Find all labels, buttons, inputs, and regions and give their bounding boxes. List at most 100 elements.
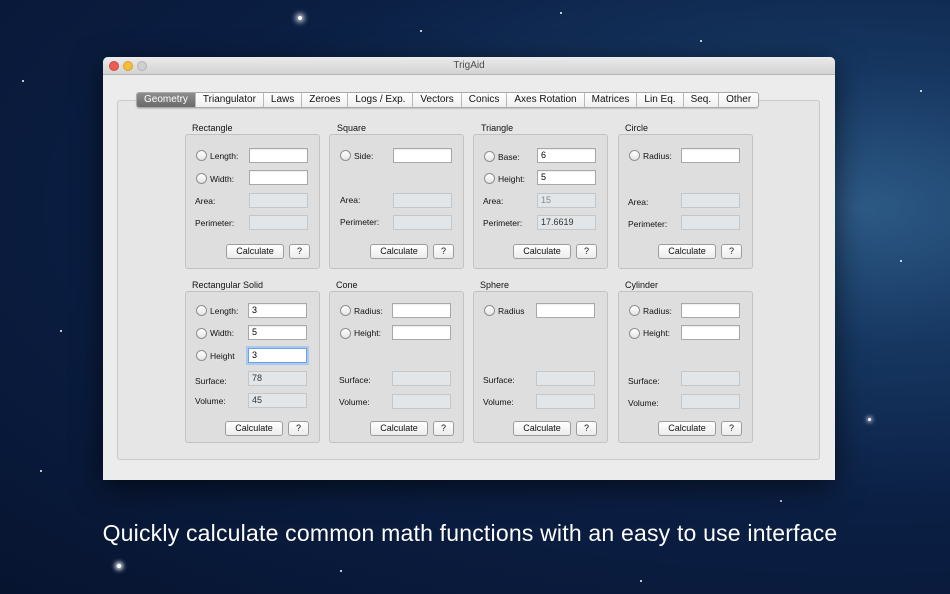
cylinder-calculate-button[interactable]: Calculate xyxy=(658,421,716,436)
rect-solid-help-button[interactable]: ? xyxy=(288,421,309,436)
tab-matrices[interactable]: Matrices xyxy=(585,93,638,107)
triangle-base-input[interactable]: 6 xyxy=(537,148,596,163)
rect-solid-height-input[interactable]: 3 xyxy=(248,348,307,363)
cone-radius-label: Radius: xyxy=(354,306,383,316)
cone-height-radio[interactable] xyxy=(340,328,351,339)
cylinder-title: Cylinder xyxy=(625,280,659,290)
triangle-height-label: Height: xyxy=(498,174,525,184)
rectangle-width-radio[interactable] xyxy=(196,173,207,184)
sphere-volume-label: Volume: xyxy=(483,397,514,407)
star xyxy=(900,260,902,262)
rect-solid-length-radio[interactable] xyxy=(196,305,207,316)
cylinder-help-button[interactable]: ? xyxy=(721,421,742,436)
triangle-area-output: 15 xyxy=(537,193,596,208)
square-side-input[interactable] xyxy=(393,148,452,163)
tab-logs-exp[interactable]: Logs / Exp. xyxy=(348,93,414,107)
triangle-base-radio[interactable] xyxy=(484,151,495,162)
rect-solid-height-radio[interactable] xyxy=(196,350,207,361)
star xyxy=(920,90,922,92)
circle-perimeter-output xyxy=(681,215,740,230)
rectangle-length-radio[interactable] xyxy=(196,150,207,161)
tab-triangulator[interactable]: Triangulator xyxy=(196,93,264,107)
promo-caption: Quickly calculate common math functions … xyxy=(102,520,838,546)
rectangle-area-label: Area: xyxy=(195,196,216,206)
star xyxy=(340,570,342,572)
tab-seq[interactable]: Seq. xyxy=(684,93,720,107)
rect-solid-width-label: Width: xyxy=(210,328,235,338)
cone-radius-input[interactable] xyxy=(392,303,451,318)
cylinder-height-input[interactable] xyxy=(681,325,740,340)
tab-bar: Geometry Triangulator Laws Zeroes Logs /… xyxy=(136,92,760,108)
cone-calculate-button[interactable]: Calculate xyxy=(370,421,428,436)
sphere-volume-output xyxy=(536,394,595,409)
cylinder-radius-input[interactable] xyxy=(681,303,740,318)
sphere-radius-radio[interactable] xyxy=(484,305,495,316)
rect-solid-length-input[interactable]: 3 xyxy=(248,303,307,318)
circle-radius-label: Radius: xyxy=(643,151,672,161)
rectangle-title: Rectangle xyxy=(192,123,233,133)
rect-solid-surface-output: 78 xyxy=(248,371,307,386)
circle-radius-radio[interactable] xyxy=(629,150,640,161)
square-perimeter-output xyxy=(393,215,452,230)
tab-laws[interactable]: Laws xyxy=(264,93,303,107)
tab-lin-eq[interactable]: Lin Eq. xyxy=(637,93,684,107)
cone-help-button[interactable]: ? xyxy=(433,421,454,436)
rectangle-help-button[interactable]: ? xyxy=(289,244,310,259)
cylinder-volume-label: Volume: xyxy=(628,398,659,408)
tab-geometry[interactable]: Geometry xyxy=(137,93,196,107)
sphere-surface-output xyxy=(536,371,595,386)
rect-solid-title: Rectangular Solid xyxy=(192,280,264,290)
circle-help-button[interactable]: ? xyxy=(721,244,742,259)
tab-conics[interactable]: Conics xyxy=(462,93,508,107)
sphere-help-button[interactable]: ? xyxy=(576,421,597,436)
tab-other[interactable]: Other xyxy=(719,93,758,107)
square-side-radio[interactable] xyxy=(340,150,351,161)
rect-solid-calculate-button[interactable]: Calculate xyxy=(225,421,283,436)
circle-perimeter-label: Perimeter: xyxy=(628,219,668,229)
tab-vectors[interactable]: Vectors xyxy=(413,93,462,107)
triangle-help-button[interactable]: ? xyxy=(576,244,597,259)
title-bar[interactable]: TrigAid xyxy=(103,57,835,75)
square-area-output xyxy=(393,193,452,208)
tab-axes-rotation[interactable]: Axes Rotation xyxy=(507,93,585,107)
circle-calculate-button[interactable]: Calculate xyxy=(658,244,716,259)
rectangle-width-label: Width: xyxy=(210,174,235,184)
triangle-calculate-button[interactable]: Calculate xyxy=(513,244,571,259)
tab-zeroes[interactable]: Zeroes xyxy=(302,93,349,107)
rectangle-perimeter-label: Perimeter: xyxy=(195,218,235,228)
triangle-height-radio[interactable] xyxy=(484,173,495,184)
rect-solid-surface-label: Surface: xyxy=(195,376,227,386)
triangle-area-label: Area: xyxy=(483,196,504,206)
sphere-radius-input[interactable] xyxy=(536,303,595,318)
rectangle-calculate-button[interactable]: Calculate xyxy=(226,244,284,259)
rectangle-length-input[interactable] xyxy=(249,148,308,163)
cylinder-volume-output xyxy=(681,394,740,409)
rect-solid-width-input[interactable]: 5 xyxy=(248,325,307,340)
rectangle-perimeter-output xyxy=(249,215,308,230)
square-calculate-button[interactable]: Calculate xyxy=(370,244,428,259)
circle-area-label: Area: xyxy=(628,197,649,207)
cone-title: Cone xyxy=(336,280,358,290)
star xyxy=(640,580,642,582)
cylinder-surface-label: Surface: xyxy=(628,376,660,386)
cone-surface-output xyxy=(392,371,451,386)
cylinder-height-radio[interactable] xyxy=(629,328,640,339)
cone-radius-radio[interactable] xyxy=(340,305,351,316)
rect-solid-length-label: Length: xyxy=(210,306,239,316)
sphere-title: Sphere xyxy=(480,280,510,290)
square-help-button[interactable]: ? xyxy=(433,244,454,259)
triangle-height-input[interactable]: 5 xyxy=(537,170,596,185)
cylinder-radius-radio[interactable] xyxy=(629,305,640,316)
sphere-surface-label: Surface: xyxy=(483,375,515,385)
cone-height-input[interactable] xyxy=(392,325,451,340)
rect-solid-width-radio[interactable] xyxy=(196,328,207,339)
cylinder-height-label: Height: xyxy=(643,328,670,338)
star xyxy=(40,470,42,472)
star xyxy=(700,40,702,42)
star xyxy=(560,12,562,14)
rectangle-width-input[interactable] xyxy=(249,170,308,185)
rect-solid-height-label: Height xyxy=(210,351,235,361)
sphere-calculate-button[interactable]: Calculate xyxy=(513,421,571,436)
cone-height-label: Height: xyxy=(354,328,381,338)
circle-radius-input[interactable] xyxy=(681,148,740,163)
